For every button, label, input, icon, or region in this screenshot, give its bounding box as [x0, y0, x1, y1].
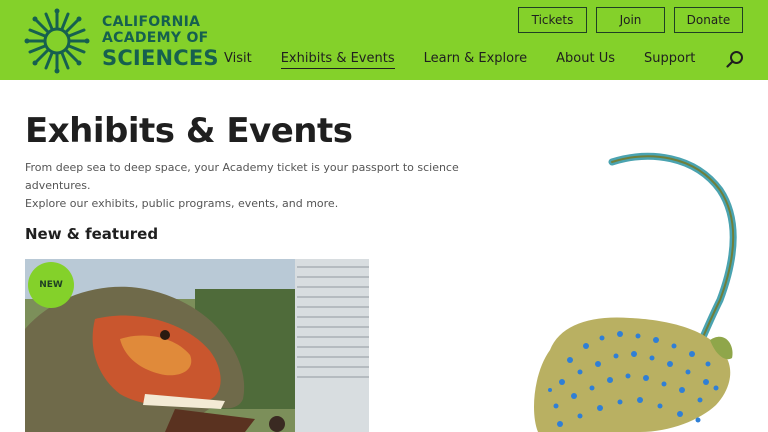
site-header: CALIFORNIA ACADEMY OF SCIENCES Tickets J… — [0, 0, 768, 80]
nav-item-learn-explore[interactable]: Learn & Explore — [424, 51, 528, 69]
logo-wordmark: CALIFORNIA ACADEMY OF SCIENCES — [102, 14, 219, 70]
logo-line-2: ACADEMY OF — [102, 30, 209, 46]
featured-card-image[interactable] — [25, 259, 369, 432]
tickets-button[interactable]: Tickets — [518, 7, 587, 33]
page-title: Exhibits & Events — [25, 111, 353, 151]
nav-item-about-us[interactable]: About Us — [556, 51, 615, 69]
intro-line-2: Explore our exhibits, public programs, e… — [25, 197, 339, 210]
search-icon[interactable] — [726, 50, 744, 68]
join-button[interactable]: Join — [596, 7, 665, 33]
logo-line-3: SCIENCES — [102, 46, 219, 70]
section-title-new-featured: New & featured — [25, 225, 159, 243]
utility-buttons: Tickets Join Donate — [518, 7, 743, 33]
main-nav: Visit Exhibits & Events Learn & Explore … — [224, 51, 695, 69]
intro-text: From deep sea to deep space, your Academ… — [25, 159, 495, 213]
new-badge: NEW — [28, 262, 74, 308]
academy-logo-icon — [24, 8, 90, 74]
donate-button[interactable]: Donate — [674, 7, 743, 33]
nav-item-visit[interactable]: Visit — [224, 51, 252, 69]
dinosaur-photo — [25, 259, 369, 432]
nav-item-exhibits-events[interactable]: Exhibits & Events — [280, 51, 395, 69]
intro-line-1: From deep sea to deep space, your Academ… — [25, 161, 459, 192]
nav-item-support[interactable]: Support — [644, 51, 695, 69]
logo-line-1: CALIFORNIA — [102, 14, 201, 30]
academy-logo[interactable]: CALIFORNIA ACADEMY OF SCIENCES — [24, 8, 219, 74]
stingray-illustration — [534, 152, 737, 432]
